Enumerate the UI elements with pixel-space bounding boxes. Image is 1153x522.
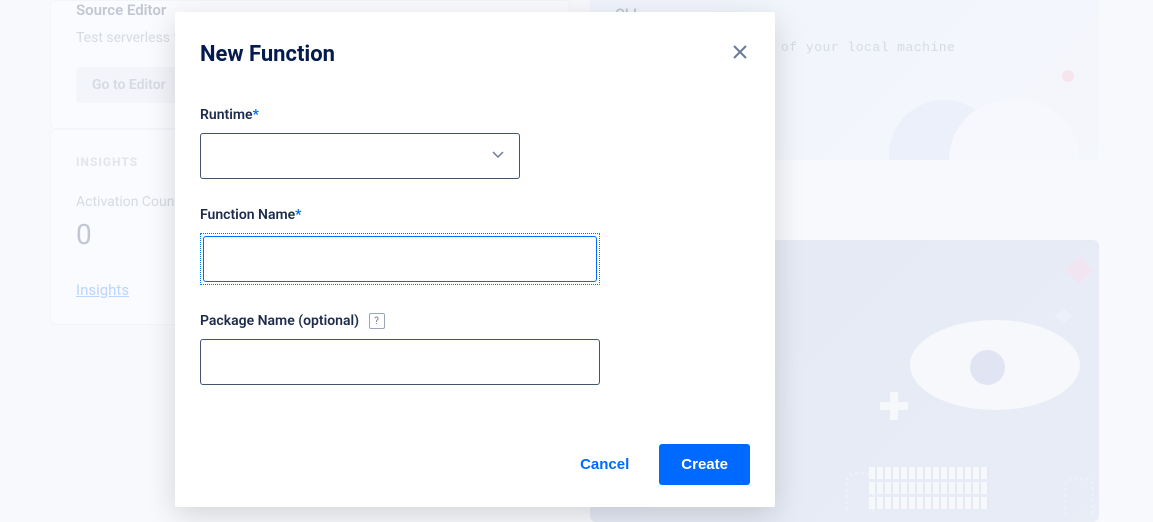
function-name-label: Function Name* [200, 207, 750, 223]
modal-footer: Cancel Create [564, 444, 750, 485]
required-marker: * [253, 107, 259, 123]
runtime-label-text: Runtime [200, 107, 253, 123]
function-name-focus-ring [200, 233, 600, 285]
runtime-select-wrapper [200, 133, 520, 179]
package-name-label-text: Package Name (optional) [200, 313, 359, 329]
cancel-button[interactable]: Cancel [564, 444, 645, 485]
modal-title: New Function [200, 42, 335, 67]
package-name-input[interactable] [200, 339, 600, 385]
required-marker: * [295, 207, 301, 223]
close-icon [732, 44, 748, 60]
close-button[interactable] [730, 42, 750, 62]
package-name-label: Package Name (optional) ? [200, 313, 750, 329]
function-name-input[interactable] [203, 236, 597, 282]
runtime-field-group: Runtime* [200, 107, 750, 179]
runtime-select[interactable] [200, 133, 520, 179]
function-name-label-text: Function Name [200, 207, 295, 223]
function-name-field-group: Function Name* [200, 207, 750, 285]
help-icon[interactable]: ? [369, 313, 385, 329]
runtime-label: Runtime* [200, 107, 750, 123]
create-button[interactable]: Create [659, 444, 750, 485]
new-function-modal: New Function Runtime* Function Name* [175, 12, 775, 507]
modal-header: New Function [200, 42, 750, 67]
package-name-field-group: Package Name (optional) ? [200, 313, 750, 385]
